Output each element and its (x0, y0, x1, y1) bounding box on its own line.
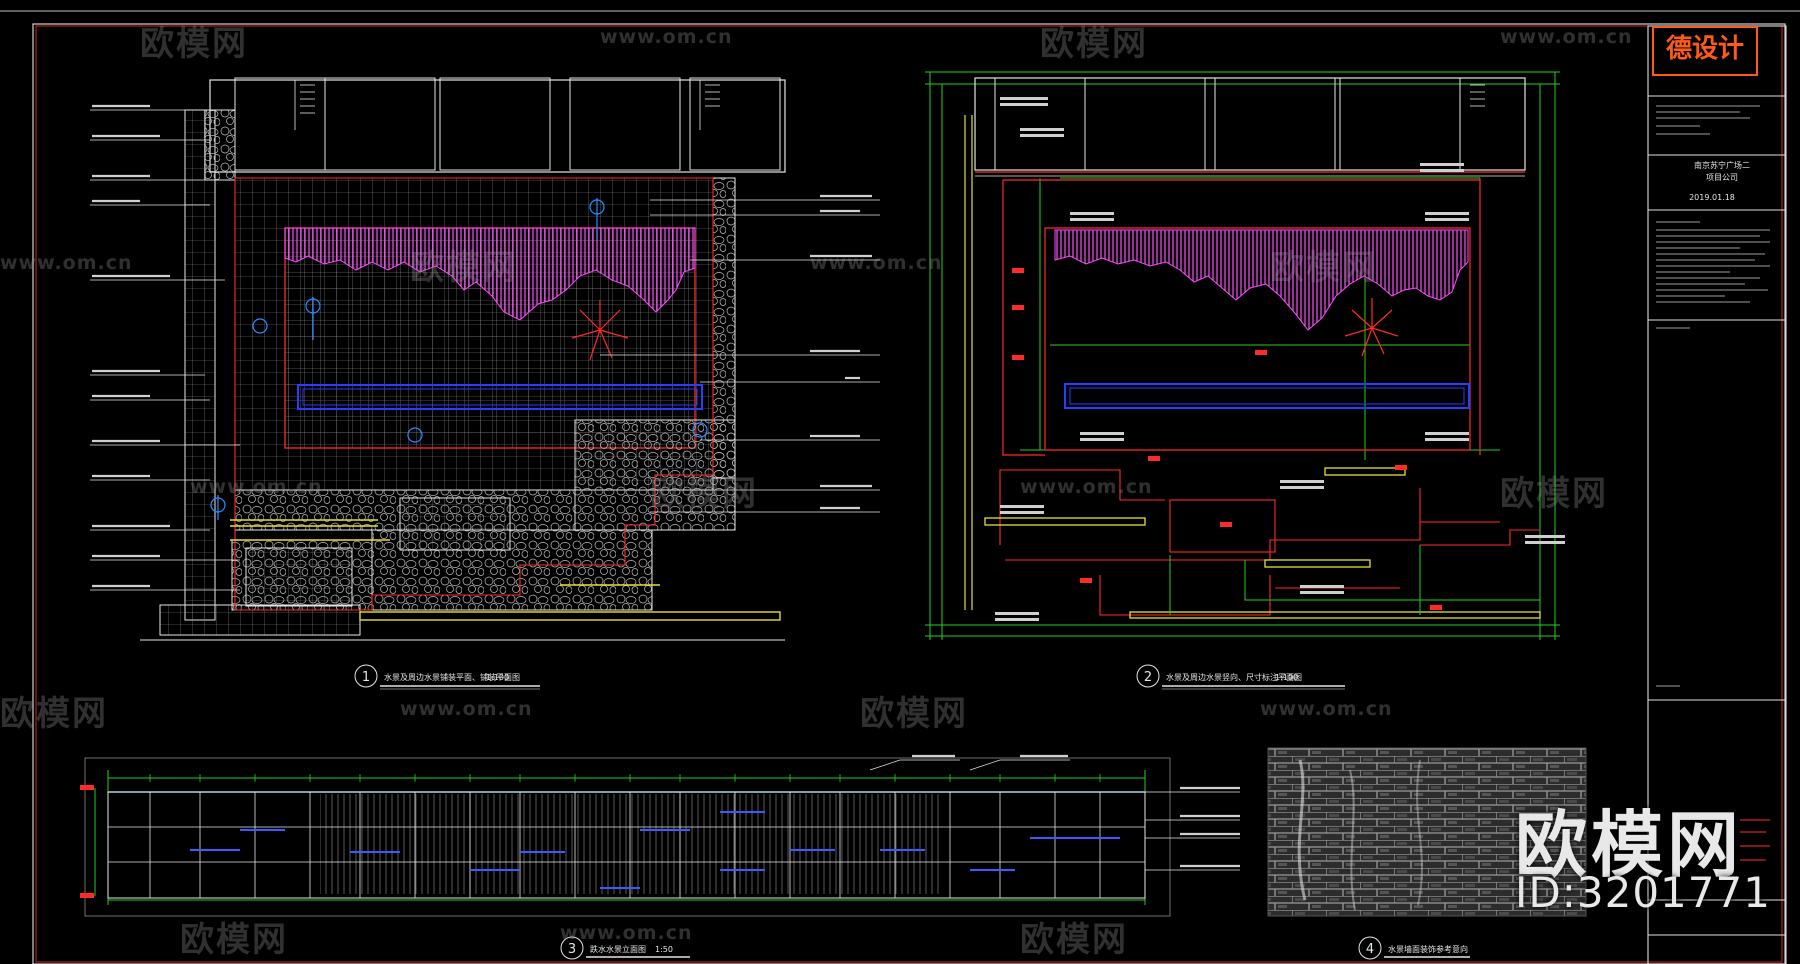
drawing-4-number: 4 (1366, 942, 1374, 957)
drawing-3-scale: 1:50 (655, 945, 673, 954)
drawing-1-scale: 1:100 (486, 673, 509, 682)
title-block-project-line-1: 南京苏宁广场二 (1694, 160, 1750, 170)
drawing-2-scale: 1:100 (1275, 673, 1298, 682)
title-block-project-line-2: 项目公司 (1706, 173, 1738, 182)
title-block-date: 2019.01.18 (1689, 193, 1735, 202)
drawing-3-title: 跌水水景立面图 (590, 944, 646, 954)
title-block-logo: 德设计 (1652, 26, 1758, 76)
watermark-id: ID:3201771 (1515, 868, 1771, 917)
drawing-1-number: 1 (362, 670, 370, 685)
drawing-3-number: 3 (568, 942, 576, 957)
drawing-4-title: 水景墙面装饰参考意向 (1388, 944, 1468, 954)
drawing-2-number: 2 (1144, 670, 1152, 685)
